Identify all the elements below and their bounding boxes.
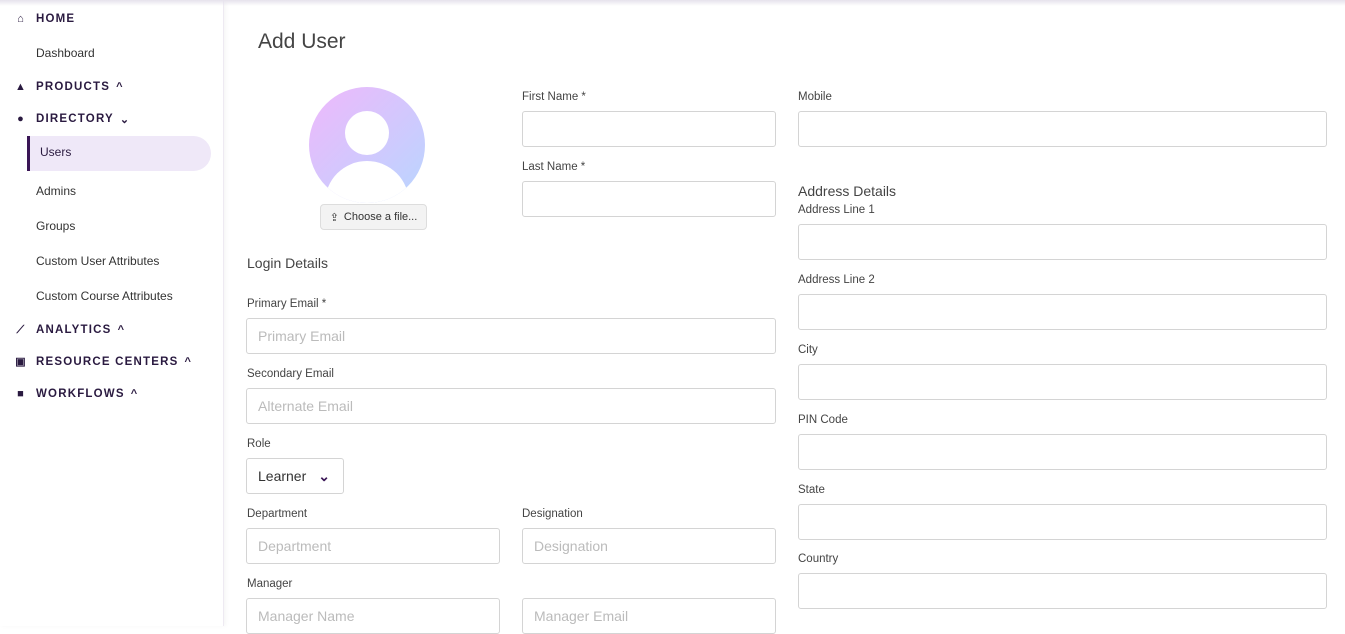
sidebar-item-custom-user-attributes[interactable]: Custom User Attributes — [36, 253, 159, 269]
sidebar-item-groups[interactable]: Groups — [36, 218, 75, 234]
login-details-heading: Login Details — [247, 255, 328, 271]
secondary-email-input[interactable]: Alternate Email — [246, 388, 776, 424]
robot-icon: ■ — [17, 388, 25, 400]
mobile-label: Mobile — [798, 91, 832, 103]
page-title: Add User — [258, 30, 346, 53]
state-label: State — [798, 484, 825, 496]
first-name-label: First Name * — [522, 91, 586, 103]
country-label: Country — [798, 553, 839, 565]
chart-icon: ⟋ — [16, 324, 26, 336]
role-select[interactable]: Learner ⌄ — [246, 458, 344, 494]
designation-label: Designation — [522, 508, 583, 520]
address-line-2-label: Address Line 2 — [798, 274, 875, 286]
address-line-1-input[interactable] — [798, 224, 1327, 260]
chevron-down-icon: ⌄ — [318, 467, 330, 484]
country-input[interactable] — [798, 573, 1327, 609]
upload-icon: ⇪ — [329, 211, 339, 224]
sidebar-section-products[interactable]: ▲ PRODUCTS ^ — [15, 79, 124, 95]
top-shadow — [0, 0, 1345, 6]
address-details-heading: Address Details — [798, 183, 897, 199]
designation-input[interactable]: Designation — [522, 528, 776, 564]
users-icon: ● — [17, 113, 25, 125]
address-line-1-label: Address Line 1 — [798, 204, 875, 216]
department-label: Department — [247, 508, 308, 520]
state-input[interactable] — [798, 504, 1327, 540]
last-name-label: Last Name * — [522, 161, 586, 173]
sidebar-section-resource-centers[interactable]: ▣ RESOURCE CENTERS ^ — [15, 354, 192, 370]
chevron-up-icon: ^ — [116, 81, 124, 93]
first-name-input[interactable] — [522, 111, 776, 147]
choose-file-button[interactable]: ⇪ Choose a file... — [320, 204, 427, 230]
sidebar-section-workflows[interactable]: ■ WORKFLOWS ^ — [15, 386, 138, 402]
secondary-email-label: Secondary Email — [247, 368, 334, 380]
manager-email-input[interactable]: Manager Email — [522, 598, 776, 634]
chevron-up-icon: ^ — [117, 324, 126, 336]
sidebar-section-analytics[interactable]: ⟋ ANALYTICS ^ — [15, 322, 125, 338]
department-input[interactable]: Department — [246, 528, 500, 564]
city-input[interactable] — [798, 364, 1327, 400]
primary-email-label: Primary Email * — [247, 298, 327, 310]
city-label: City — [798, 344, 818, 356]
sidebar-item-custom-course-attributes[interactable]: Custom Course Attributes — [36, 288, 173, 304]
gallery-icon: ▣ — [15, 356, 27, 368]
manager-label: Manager — [247, 578, 293, 590]
chevron-down-icon: ⌄ — [119, 113, 131, 126]
sidebar-section-home[interactable]: ⌂ HOME — [15, 11, 75, 27]
sidebar: ⌂ HOME Dashboard ▲ PRODUCTS ^ ● DIRECTORY ⌄ U… — [0, 0, 224, 626]
sidebar-item-admins[interactable]: Admins — [36, 183, 76, 199]
pin-code-input[interactable] — [798, 434, 1327, 470]
manager-name-input[interactable]: Manager Name — [246, 598, 500, 634]
last-name-input[interactable] — [522, 181, 776, 217]
mobile-input[interactable] — [798, 111, 1327, 147]
role-label: Role — [247, 438, 271, 450]
sidebar-item-users[interactable]: Users — [27, 136, 211, 171]
home-icon: ⌂ — [17, 13, 25, 25]
primary-email-input[interactable]: Primary Email — [246, 318, 776, 354]
pin-code-label: PIN Code — [798, 414, 848, 426]
sidebar-item-dashboard[interactable]: Dashboard — [36, 45, 95, 61]
sidebar-section-directory[interactable]: ● DIRECTORY ⌄ — [15, 111, 130, 127]
chevron-up-icon: ^ — [184, 356, 193, 368]
shapes-icon: ▲ — [15, 81, 28, 93]
chevron-up-icon: ^ — [130, 388, 139, 400]
address-line-2-input[interactable] — [798, 294, 1327, 330]
avatar — [309, 87, 425, 203]
